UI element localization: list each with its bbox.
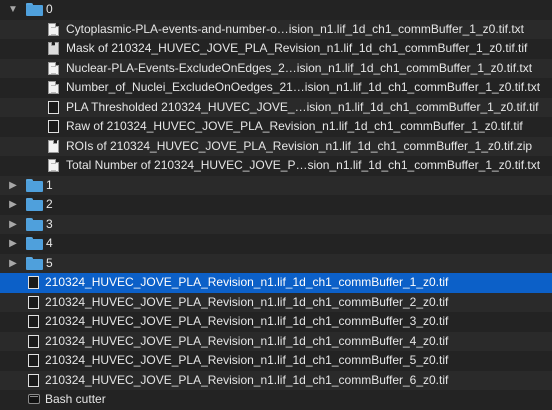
- file-row[interactable]: 210324_HUVEC_JOVE_PLA_Revision_n1.lif_1d…: [0, 292, 552, 312]
- folder-row[interactable]: ▼ 0: [0, 0, 552, 20]
- file-name: 210324_HUVEC_JOVE_PLA_Revision_n1.lif_1d…: [45, 294, 449, 309]
- disclosure-collapsed-icon[interactable]: ▶: [8, 195, 18, 215]
- tif-file-icon: [28, 315, 39, 328]
- folder-row[interactable]: ▶ 1: [0, 175, 552, 196]
- file-row[interactable]: Raw of 210324_HUVEC_JOVE_PLA_Revision_n1…: [0, 117, 552, 137]
- folder-row[interactable]: ▶ 5: [0, 253, 552, 274]
- txt-file-icon: [48, 61, 59, 75]
- file-name: 210324_HUVEC_JOVE_PLA_Revision_n1.lif_1d…: [45, 314, 449, 328]
- txt-file-icon: [48, 159, 59, 172]
- folder-row[interactable]: ▶ 4: [0, 234, 552, 254]
- file-row[interactable]: Total Number of 210324_HUVEC_JOVE_P…sion…: [0, 156, 552, 176]
- disclosure-collapsed-icon[interactable]: ▶: [8, 254, 18, 274]
- folder-row[interactable]: ▶ 2: [0, 195, 552, 215]
- folder-icon: [26, 178, 43, 192]
- disclosure-collapsed-icon[interactable]: ▶: [8, 215, 18, 235]
- file-row[interactable]: 210324_HUVEC_JOVE_PLA_Revision_n1.lif_1d…: [0, 370, 552, 390]
- folder-name: 3: [46, 216, 53, 231]
- file-list: ▼ 0 Cytoplasmic-PLA-events-and-number-o…is…: [0, 0, 552, 410]
- terminal-exec-icon: [28, 394, 40, 404]
- file-name: Total Number of 210324_HUVEC_JOVE_P…sion…: [66, 158, 541, 172]
- file-name: Cytoplasmic-PLA-events-and-number-o…isio…: [66, 21, 524, 36]
- tif-file-icon: [28, 373, 39, 387]
- txt-file-icon: [48, 81, 59, 94]
- file-row[interactable]: Number_of_Nuclei_ExcludeOnOedges_21…isio…: [0, 78, 552, 98]
- file-row[interactable]: ROIs of 210324_HUVEC_JOVE_PLA_Revision_n…: [0, 136, 552, 156]
- file-row[interactable]: 210324_HUVEC_JOVE_PLA_Revision_n1.lif_1d…: [0, 331, 552, 351]
- file-name: PLA Thresholded 210324_HUVEC_JOVE_…ision…: [66, 99, 539, 114]
- folder-icon: [26, 256, 43, 270]
- folder-name: 2: [46, 197, 53, 211]
- zip-file-icon: [48, 139, 59, 153]
- folder-name: 5: [46, 255, 53, 270]
- file-row[interactable]: 210324_HUVEC_JOVE_PLA_Revision_n1.lif_1d…: [0, 351, 552, 371]
- disclosure-collapsed-icon[interactable]: ▶: [8, 234, 18, 254]
- disclosure-collapsed-icon[interactable]: ▶: [8, 176, 18, 196]
- file-name: Number_of_Nuclei_ExcludeOnOedges_21…isio…: [66, 80, 541, 94]
- file-name: Mask of 210324_HUVEC_JOVE_PLA_Revision_n…: [66, 41, 528, 55]
- folder-icon: [26, 217, 43, 231]
- file-name: Raw of 210324_HUVEC_JOVE_PLA_Revision_n1…: [66, 119, 523, 133]
- file-row[interactable]: 210324_HUVEC_JOVE_PLA_Revision_n1.lif_1d…: [0, 312, 552, 332]
- disclosure-expanded-icon[interactable]: ▼: [8, 0, 18, 20]
- file-name: ROIs of 210324_HUVEC_JOVE_PLA_Revision_n…: [66, 138, 533, 153]
- tif-file-icon: [48, 100, 59, 114]
- file-name: 210324_HUVEC_JOVE_PLA_Revision_n1.lif_1d…: [45, 372, 449, 387]
- tif-file-icon: [28, 295, 39, 309]
- tif-file-icon: [28, 276, 39, 289]
- folder-icon: [26, 198, 43, 211]
- folder-name: 4: [46, 236, 53, 250]
- folder-icon: [26, 3, 43, 16]
- folder-name: 0: [46, 2, 53, 16]
- tif-file-icon: [28, 334, 39, 348]
- file-name: 210324_HUVEC_JOVE_PLA_Revision_n1.lif_1d…: [45, 275, 449, 289]
- file-name: 210324_HUVEC_JOVE_PLA_Revision_n1.lif_1d…: [45, 353, 449, 367]
- tif-file-icon: [48, 120, 59, 133]
- img-file-icon: [48, 42, 59, 55]
- folder-name: 1: [46, 177, 53, 192]
- folder-icon: [26, 237, 43, 250]
- txt-file-icon: [48, 22, 59, 36]
- file-row[interactable]: PLA Thresholded 210324_HUVEC_JOVE_…ision…: [0, 97, 552, 117]
- file-name: 210324_HUVEC_JOVE_PLA_Revision_n1.lif_1d…: [45, 333, 449, 348]
- file-name: Nuclear-PLA-Events-ExcludeOnEdges_2…isio…: [66, 60, 533, 75]
- file-row[interactable]: Mask of 210324_HUVEC_JOVE_PLA_Revision_n…: [0, 39, 552, 59]
- file-row[interactable]: Nuclear-PLA-Events-ExcludeOnEdges_2…isio…: [0, 58, 552, 78]
- folder-row[interactable]: ▶ 3: [0, 214, 552, 235]
- file-row[interactable]: 210324_HUVEC_JOVE_PLA_Revision_n1.lif_1d…: [0, 273, 552, 293]
- file-row[interactable]: Cytoplasmic-PLA-events-and-number-o…isio…: [0, 19, 552, 39]
- tif-file-icon: [28, 354, 39, 367]
